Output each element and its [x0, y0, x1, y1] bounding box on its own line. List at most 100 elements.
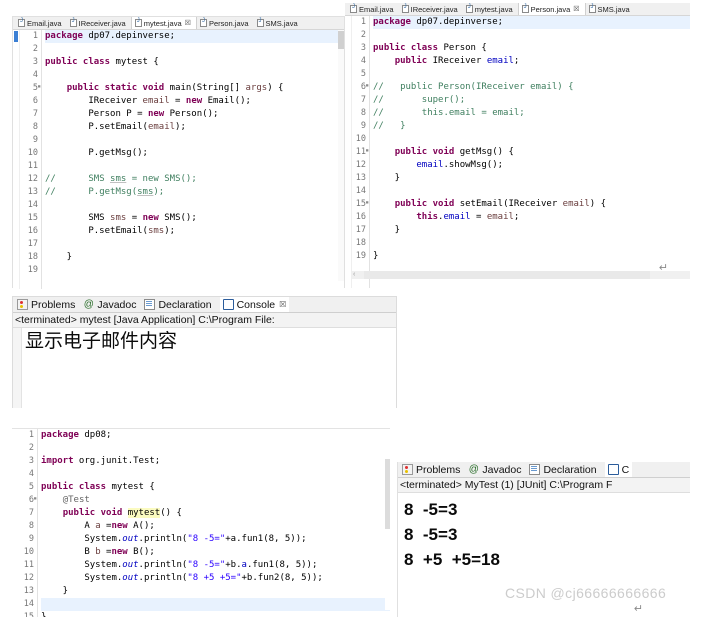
- scrollbar-thumb[interactable]: [364, 271, 650, 279]
- editor-tab-email-java[interactable]: Email.java: [15, 17, 67, 29]
- editor-marker-strip-left[interactable]: [13, 30, 20, 289]
- vertical-scrollbar-bottom-left[interactable]: [385, 429, 390, 610]
- editor-tabbar-top-right[interactable]: Email.java IReceiver.java mytest.java Perso…: [345, 3, 690, 16]
- editor-tab-mytest-java[interactable]: mytest.java: [463, 3, 518, 15]
- code-line[interactable]: [45, 199, 344, 212]
- code-line[interactable]: [45, 69, 344, 82]
- code-line[interactable]: [45, 264, 344, 277]
- code-line[interactable]: A a =new A();: [41, 520, 390, 533]
- code-line[interactable]: P.setEmail(email);: [45, 121, 344, 134]
- console-tab-problems[interactable]: Problems: [17, 299, 75, 311]
- code-line[interactable]: SMS sms = new SMS();: [45, 212, 344, 225]
- editor-tab-sms-java[interactable]: SMS.java: [254, 17, 303, 29]
- scroll-left-arrow-icon[interactable]: ‹: [353, 271, 355, 279]
- console-tab-console[interactable]: Console ☒: [219, 297, 290, 312]
- scrollbar-thumb[interactable]: [385, 459, 390, 529]
- editor-body-bottom-left[interactable]: 1 2 3 4 5 6 ▪ 7 8 9 10 11 12 13 14 15 package dp08; imp…: [12, 429, 390, 617]
- console-tabbar-top[interactable]: Problems @ Javadoc Declaration Console ☒: [13, 297, 396, 313]
- code-line[interactable]: // P.getMsg(sms);: [45, 186, 344, 199]
- code-fold-icon[interactable]: ▪: [32, 496, 37, 502]
- scrollbar-thumb[interactable]: [338, 31, 344, 49]
- code-line[interactable]: System.out.println("8 +5 +5="+b.fun2(8, …: [41, 572, 390, 585]
- code-line[interactable]: }: [45, 251, 344, 264]
- code-line[interactable]: }: [41, 611, 390, 617]
- code-line[interactable]: [41, 468, 390, 481]
- code-line[interactable]: // super();: [373, 94, 690, 107]
- code-line[interactable]: }: [373, 250, 690, 263]
- code-fold-icon[interactable]: ▪: [36, 84, 41, 90]
- code-line[interactable]: this.email = email;: [373, 211, 690, 224]
- editor-tab-ireceiver-java[interactable]: IReceiver.java: [399, 3, 463, 15]
- code-line[interactable]: [41, 598, 390, 611]
- console-tab-problems[interactable]: Problems: [402, 464, 460, 476]
- code-line[interactable]: [45, 43, 344, 56]
- console-output-top[interactable]: 显示电子邮件内容: [13, 328, 396, 408]
- code-line[interactable]: [373, 237, 690, 250]
- code-line[interactable]: public class Person {: [373, 42, 690, 55]
- code-fold-icon[interactable]: ▪: [364, 200, 369, 206]
- code-line[interactable]: P.setEmail(sms);: [45, 225, 344, 238]
- editor-marker-strip-right[interactable]: [345, 16, 352, 288]
- console-tabbar-bottom[interactable]: Problems @ Javadoc Declaration C: [398, 462, 690, 478]
- code-line[interactable]: package dp07.depinverse;: [373, 16, 690, 29]
- code-line[interactable]: [373, 133, 690, 146]
- code-line[interactable]: [373, 29, 690, 42]
- code-line[interactable]: public void getMsg() {: [373, 146, 690, 159]
- code-line[interactable]: public static void main(String[] args) {: [45, 82, 344, 95]
- code-line[interactable]: public IReceiver email;: [373, 55, 690, 68]
- code-line[interactable]: [45, 160, 344, 173]
- editor-tab-ireceiver-java[interactable]: IReceiver.java: [67, 17, 131, 29]
- code-line[interactable]: public void mytest() {: [41, 507, 390, 520]
- close-tab-icon[interactable]: ☒: [185, 19, 191, 27]
- code-line[interactable]: package dp07.depinverse;: [45, 30, 344, 43]
- editor-tab-person-java[interactable]: Person.java: [197, 17, 254, 29]
- code-fold-icon[interactable]: ▪: [364, 83, 369, 89]
- console-tab-javadoc[interactable]: @ Javadoc: [83, 299, 137, 311]
- code-line[interactable]: Person P = new Person();: [45, 108, 344, 121]
- close-tab-icon[interactable]: ☒: [573, 5, 579, 13]
- code-line[interactable]: public class mytest {: [41, 481, 390, 494]
- console-tab-declaration[interactable]: Declaration: [144, 299, 212, 311]
- code-line[interactable]: public class mytest {: [45, 56, 344, 69]
- code-line[interactable]: [373, 185, 690, 198]
- code-area-top-left[interactable]: package dp07.depinverse; public class my…: [42, 30, 344, 289]
- line-number: 2: [32, 44, 38, 54]
- console-tab-javadoc[interactable]: @ Javadoc: [468, 464, 522, 476]
- console-tab-declaration[interactable]: Declaration: [529, 464, 597, 476]
- code-line[interactable]: }: [373, 224, 690, 237]
- editor-body-top-left[interactable]: 1 2 3 4 5 ▪ 6 7 8 9 10 11 12 13 14 15 16 17 18 19 package d…: [13, 30, 344, 289]
- close-console-icon[interactable]: ☒: [279, 300, 286, 309]
- code-line[interactable]: [373, 68, 690, 81]
- code-line[interactable]: }: [41, 585, 390, 598]
- horizontal-scrollbar-top-right[interactable]: ‹: [352, 271, 690, 279]
- code-line[interactable]: public void setEmail(IReceiver email) {: [373, 198, 690, 211]
- editor-tab-email-java[interactable]: Email.java: [347, 3, 399, 15]
- code-line[interactable]: // }: [373, 120, 690, 133]
- code-line[interactable]: }: [373, 172, 690, 185]
- console-tab-c[interactable]: C: [604, 462, 633, 477]
- vertical-scrollbar-top-left[interactable]: [338, 30, 344, 281]
- code-line[interactable]: [45, 238, 344, 251]
- code-area-bottom-left[interactable]: package dp08; import org.junit.Test; pub…: [38, 429, 390, 617]
- code-line[interactable]: B b =new B();: [41, 546, 390, 559]
- code-line[interactable]: System.out.println("8 -5="+b.a.fun1(8, 5…: [41, 559, 390, 572]
- code-line[interactable]: email.showMsg();: [373, 159, 690, 172]
- code-line[interactable]: @Test: [41, 494, 390, 507]
- code-line[interactable]: import org.junit.Test;: [41, 455, 390, 468]
- code-area-top-right[interactable]: package dp07.depinverse; public class Pe…: [370, 16, 690, 288]
- code-line[interactable]: // SMS sms = new SMS();: [45, 173, 344, 186]
- code-line[interactable]: System.out.println("8 -5="+a.fun1(8, 5))…: [41, 533, 390, 546]
- code-line[interactable]: package dp08;: [41, 429, 390, 442]
- code-line[interactable]: // public Person(IReceiver email) {: [373, 81, 690, 94]
- code-fold-icon[interactable]: ▪: [364, 148, 369, 154]
- code-line[interactable]: // this.email = email;: [373, 107, 690, 120]
- code-line[interactable]: IReceiver email = new Email();: [45, 95, 344, 108]
- editor-tab-sms-java[interactable]: SMS.java: [586, 3, 635, 15]
- editor-tab-person-java[interactable]: Person.java☒: [517, 3, 586, 15]
- editor-tabbar-top-left[interactable]: Email.java IReceiver.java mytest.java☒ Pers…: [13, 17, 344, 30]
- code-line[interactable]: P.getMsg();: [45, 147, 344, 160]
- code-line[interactable]: [41, 442, 390, 455]
- code-line[interactable]: [45, 134, 344, 147]
- editor-tab-mytest-java[interactable]: mytest.java☒: [130, 17, 197, 29]
- editor-body-top-right[interactable]: 1 2 3 4 5 6 ▪ 7 8 9 10 11 ▪ 12 13 14 15 ▪ 16 17 18 19 package…: [345, 16, 690, 288]
